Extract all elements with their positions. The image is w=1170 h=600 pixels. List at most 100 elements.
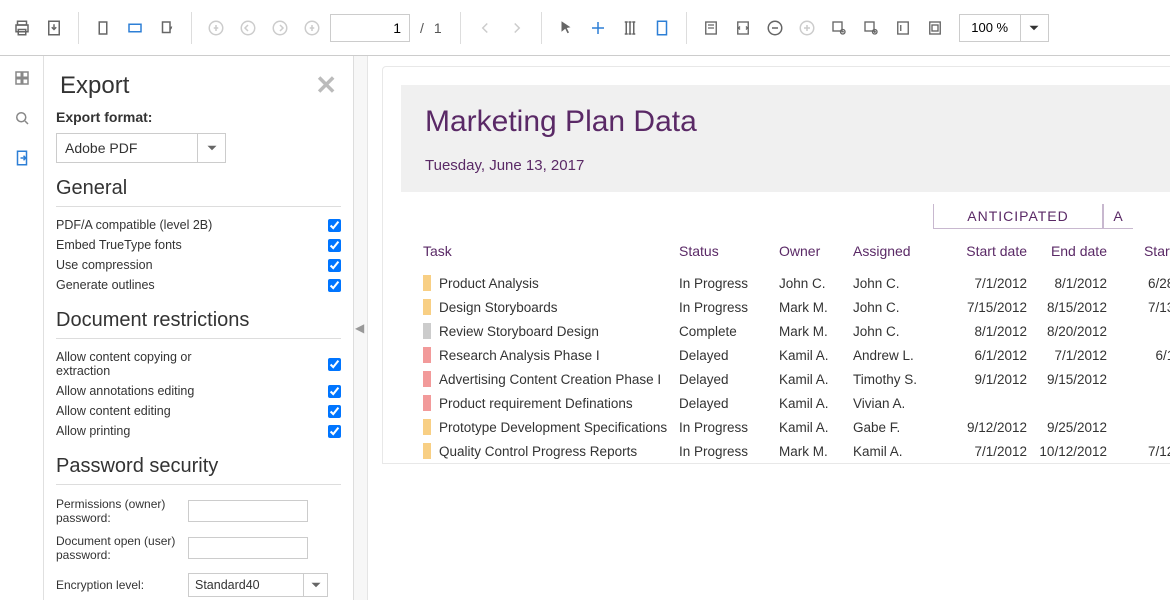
last-page-icon[interactable] bbox=[298, 14, 326, 42]
user-password-input[interactable] bbox=[188, 537, 308, 559]
general-option-row: Generate outlines bbox=[56, 275, 341, 295]
cell-task: Product Analysis bbox=[439, 276, 679, 291]
restriction-option-label: Allow annotations editing bbox=[56, 384, 216, 398]
page-number-input[interactable] bbox=[330, 14, 410, 42]
page-rotate-icon[interactable] bbox=[153, 14, 181, 42]
table-row: Review Storyboard DesignCompleteMark M.J… bbox=[423, 319, 1170, 343]
encryption-level-dropdown[interactable]: Standard40 bbox=[188, 573, 328, 597]
separator bbox=[686, 12, 687, 44]
cell-anticipated-start: 9/1/2012 bbox=[945, 372, 1027, 387]
cell-status: In Progress bbox=[679, 420, 779, 435]
side-rail bbox=[0, 56, 44, 600]
cell-status: Complete bbox=[679, 324, 779, 339]
general-option-checkbox[interactable] bbox=[328, 219, 341, 232]
nav-forward-icon[interactable] bbox=[503, 14, 531, 42]
cell-task: Design Storyboards bbox=[439, 300, 679, 315]
page-landscape-icon[interactable] bbox=[121, 14, 149, 42]
restriction-option-checkbox[interactable] bbox=[328, 425, 341, 438]
col-anticipated-end: End date bbox=[1027, 243, 1107, 259]
restriction-option-row: Allow content editing bbox=[56, 401, 341, 421]
separator bbox=[541, 12, 542, 44]
text-select-icon[interactable] bbox=[616, 14, 644, 42]
cell-anticipated-start: 7/15/2012 bbox=[945, 300, 1027, 315]
close-icon[interactable]: ✕ bbox=[315, 70, 337, 101]
collapse-handle-icon[interactable]: ◀ bbox=[355, 321, 364, 335]
cell-status: Delayed bbox=[679, 372, 779, 387]
export-toolbar-icon[interactable] bbox=[40, 14, 68, 42]
table-row: Prototype Development SpecificationsIn P… bbox=[423, 415, 1170, 439]
page-portrait-icon[interactable] bbox=[89, 14, 117, 42]
restriction-option-row: Allow annotations editing bbox=[56, 381, 341, 401]
thumbnails-icon[interactable] bbox=[10, 66, 34, 90]
report-date: Tuesday, June 13, 2017 bbox=[425, 157, 1170, 174]
cell-owner: John C. bbox=[779, 276, 853, 291]
zoom-out-icon[interactable] bbox=[761, 14, 789, 42]
status-swatch bbox=[423, 323, 431, 339]
fit-width-icon[interactable] bbox=[729, 14, 757, 42]
cell-assigned: Vivian A. bbox=[853, 396, 945, 411]
owner-password-input[interactable] bbox=[188, 500, 308, 522]
status-swatch bbox=[423, 275, 431, 291]
general-option-checkbox[interactable] bbox=[328, 279, 341, 292]
zoom-input[interactable] bbox=[960, 15, 1020, 41]
table-row: Advertising Content Creation Phase IDela… bbox=[423, 367, 1170, 391]
general-option-label: PDF/A compatible (level 2B) bbox=[56, 218, 216, 232]
highlight-tool-icon[interactable] bbox=[648, 14, 676, 42]
pan-tool-icon[interactable] bbox=[584, 14, 612, 42]
cell-anticipated-end: 10/12/2012 bbox=[1027, 444, 1107, 459]
zoom-in-icon[interactable] bbox=[793, 14, 821, 42]
cell-status: Delayed bbox=[679, 396, 779, 411]
restriction-option-checkbox[interactable] bbox=[328, 405, 341, 418]
status-swatch bbox=[423, 443, 431, 459]
user-password-label: Document open (user) password: bbox=[56, 534, 180, 563]
restriction-option-checkbox[interactable] bbox=[328, 358, 341, 371]
print-icon[interactable] bbox=[8, 14, 36, 42]
zoom-dropdown-icon[interactable] bbox=[1020, 15, 1048, 41]
table-row: Product requirement DefinationsDelayedKa… bbox=[423, 391, 1170, 415]
restriction-option-label: Allow content editing bbox=[56, 404, 216, 418]
separator bbox=[460, 12, 461, 44]
prev-page-icon[interactable] bbox=[234, 14, 262, 42]
first-page-icon[interactable] bbox=[202, 14, 230, 42]
cell-task: Product requirement Definations bbox=[439, 396, 679, 411]
cell-task: Prototype Development Specifications bbox=[439, 420, 679, 435]
nav-back-icon[interactable] bbox=[471, 14, 499, 42]
cell-anticipated-end: 8/20/2012 bbox=[1027, 324, 1107, 339]
col-status: Status bbox=[679, 243, 779, 259]
general-option-row: PDF/A compatible (level 2B) bbox=[56, 215, 341, 235]
cell-task: Review Storyboard Design bbox=[439, 324, 679, 339]
whole-page-icon[interactable] bbox=[921, 14, 949, 42]
search-icon[interactable] bbox=[10, 106, 34, 130]
encryption-level-value: Standard40 bbox=[195, 578, 260, 592]
panel-splitter[interactable]: ◀ bbox=[354, 56, 368, 600]
cell-anticipated-end: 9/25/2012 bbox=[1027, 420, 1107, 435]
general-option-checkbox[interactable] bbox=[328, 259, 341, 272]
pointer-tool-icon[interactable] bbox=[552, 14, 580, 42]
fit-page-icon[interactable] bbox=[697, 14, 725, 42]
next-page-icon[interactable] bbox=[266, 14, 294, 42]
export-format-value: Adobe PDF bbox=[65, 140, 137, 156]
table-row: Design StoryboardsIn ProgressMark M.John… bbox=[423, 295, 1170, 319]
restriction-option-row: Allow printing bbox=[56, 421, 341, 441]
actual-size-icon[interactable] bbox=[889, 14, 917, 42]
marquee-zoom-in-icon[interactable] bbox=[857, 14, 885, 42]
restriction-option-checkbox[interactable] bbox=[328, 385, 341, 398]
general-option-checkbox[interactable] bbox=[328, 239, 341, 252]
separator bbox=[191, 12, 192, 44]
cell-anticipated-start: 7/1/2012 bbox=[945, 444, 1027, 459]
document-viewport[interactable]: Marketing Plan Data Tuesday, June 13, 20… bbox=[368, 56, 1170, 600]
col-assigned: Assigned bbox=[853, 243, 945, 259]
general-option-label: Generate outlines bbox=[56, 278, 216, 292]
cell-anticipated-end: 8/1/2012 bbox=[1027, 276, 1107, 291]
export-format-label: Export format: bbox=[56, 109, 341, 125]
marquee-zoom-out-icon[interactable] bbox=[825, 14, 853, 42]
cell-assigned: John C. bbox=[853, 324, 945, 339]
export-panel-icon[interactable] bbox=[10, 146, 34, 170]
cell-owner: Mark M. bbox=[779, 324, 853, 339]
cell-assigned: Andrew L. bbox=[853, 348, 945, 363]
cell-anticipated-start: 9/12/2012 bbox=[945, 420, 1027, 435]
cell-owner: Kamil A. bbox=[779, 372, 853, 387]
export-format-dropdown[interactable]: Adobe PDF bbox=[56, 133, 226, 163]
zoom-combo[interactable] bbox=[959, 14, 1049, 42]
cell-owner: Kamil A. bbox=[779, 348, 853, 363]
